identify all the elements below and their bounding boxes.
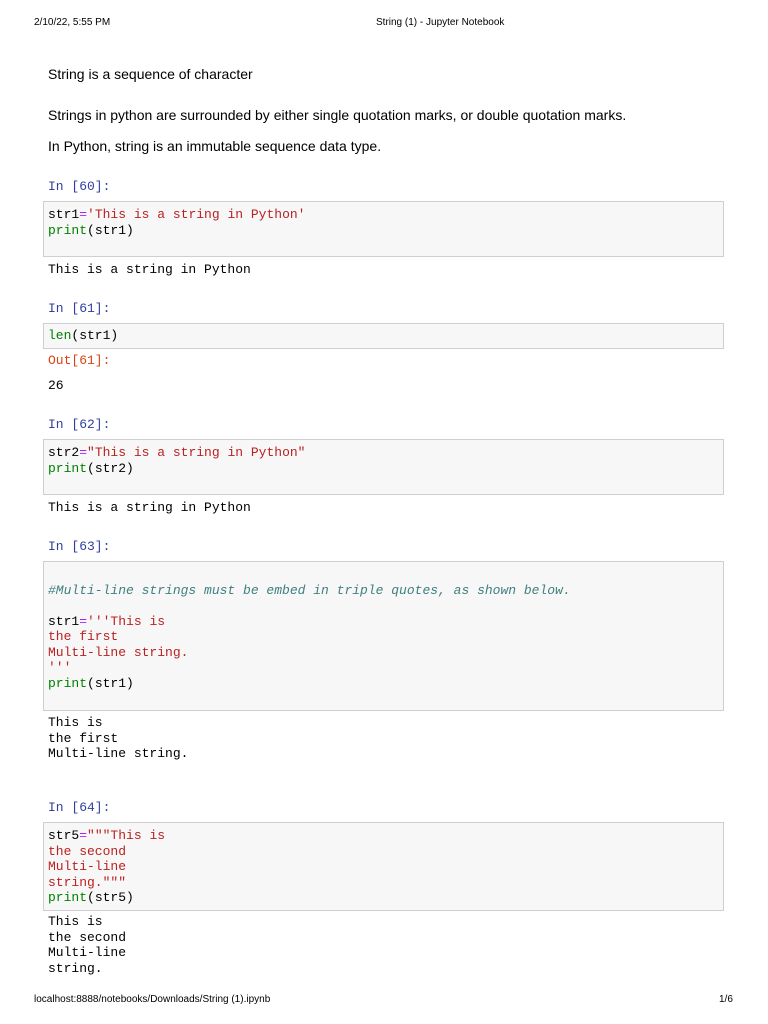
- code-token: (str5): [87, 890, 134, 905]
- markdown-text: Strings in python are surrounded by eith…: [48, 107, 627, 123]
- output-line: This is: [48, 914, 103, 929]
- code-token: the first: [48, 629, 119, 644]
- code-cell[interactable]: #Multi-line strings must be embed in tri…: [43, 561, 724, 711]
- markdown-text: String is a sequence of character: [48, 66, 253, 82]
- code-line: the second: [48, 844, 719, 860]
- code-token: str1: [48, 613, 80, 629]
- in-prompt: In [60]:: [48, 179, 111, 194]
- print-datetime: 2/10/22, 5:55 PM: [34, 17, 111, 28]
- output-line: Multi-line: [48, 945, 127, 960]
- cell-output: This is the first Multi-line string.: [48, 715, 188, 762]
- code-token: =: [79, 207, 88, 222]
- output-line: the first: [48, 730, 119, 746]
- output-line: string.: [48, 960, 103, 976]
- code-line: the first: [48, 629, 719, 645]
- code-editor[interactable]: str2="This is a string in Python" print(s…: [48, 445, 719, 476]
- code-cell[interactable]: str5="""This is the second Multi-line strin…: [43, 822, 724, 911]
- output-line: the second: [48, 929, 127, 945]
- code-line: Multi-line: [48, 859, 719, 875]
- code-token: #Multi-line strings must be embed in tri…: [48, 582, 571, 598]
- code-token: len: [48, 328, 72, 343]
- code-token: (str1): [87, 675, 134, 691]
- output-line: This is: [48, 715, 103, 730]
- code-line: str2="This is a string in Python": [48, 445, 719, 461]
- code-token: =: [79, 828, 88, 843]
- code-token: Multi-line string.: [48, 644, 189, 660]
- cell-output: 26: [48, 378, 64, 394]
- code-token: (str2): [87, 460, 134, 476]
- code-token: print: [48, 460, 88, 476]
- code-token: Multi-line: [48, 859, 127, 874]
- code-editor[interactable]: str1='This is a string in Python' print(s…: [48, 207, 719, 238]
- code-line: string.""": [48, 875, 719, 891]
- code-token: string.""": [48, 874, 127, 890]
- code-token: =: [79, 613, 88, 629]
- code-token: print: [48, 675, 88, 691]
- code-token: 'This is a string in Python': [87, 207, 306, 222]
- code-token: str2: [48, 445, 80, 460]
- code-line: #Multi-line strings must be embed in tri…: [48, 583, 719, 599]
- code-token: print: [48, 890, 88, 905]
- in-prompt: In [64]:: [48, 800, 111, 815]
- code-token: str5: [48, 828, 80, 843]
- output-line: Multi-line string.: [48, 746, 189, 761]
- code-line: print(str2): [48, 461, 719, 477]
- code-token: str1: [48, 207, 80, 222]
- code-token: (str1): [71, 328, 119, 343]
- code-line: str5="""This is: [48, 828, 719, 844]
- code-line: str1='''This is: [48, 614, 719, 630]
- out-prompt: Out[61]:: [48, 353, 111, 368]
- code-line: Multi-line string.: [48, 645, 719, 661]
- code-token: print: [48, 222, 88, 238]
- code-editor[interactable]: len(str1): [48, 328, 719, 344]
- code-token: =: [79, 445, 88, 460]
- in-prompt: In [63]:: [48, 539, 111, 554]
- print-title: String (1) - Jupyter Notebook: [376, 17, 505, 28]
- markdown-text: In Python, string is an immutable sequen…: [48, 138, 382, 154]
- cell-output: This is the second Multi-line string.: [48, 914, 126, 976]
- page-number: 1/6: [719, 994, 733, 1005]
- in-prompt: In [61]:: [48, 301, 111, 316]
- code-cell[interactable]: len(str1): [43, 323, 724, 349]
- in-prompt: In [62]:: [48, 417, 111, 432]
- code-cell[interactable]: str1='This is a string in Python' print(s…: [43, 201, 724, 257]
- output-line: 26: [48, 378, 64, 393]
- code-editor[interactable]: #Multi-line strings must be embed in tri…: [48, 567, 719, 691]
- code-line: str1='This is a string in Python': [48, 207, 719, 223]
- output-line: This is a string in Python: [48, 500, 251, 515]
- code-token: the second: [48, 843, 127, 859]
- code-token: (str1): [87, 222, 134, 238]
- code-line: print(str1): [48, 223, 719, 239]
- code-token: '''This is: [87, 613, 166, 629]
- code-editor[interactable]: str5="""This is the second Multi-line strin…: [48, 828, 719, 906]
- print-url: localhost:8888/notebooks/Downloads/Strin…: [34, 994, 271, 1005]
- code-cell[interactable]: str2="This is a string in Python" print(s…: [43, 439, 724, 495]
- code-token: "This is a string in Python": [87, 445, 306, 460]
- cell-output: This is a string in Python: [48, 500, 251, 516]
- code-line: print(str5): [48, 890, 719, 906]
- code-line: print(str1): [48, 676, 719, 692]
- cell-output: This is a string in Python: [48, 262, 251, 278]
- code-line: len(str1): [48, 328, 719, 344]
- output-line: This is a string in Python: [48, 262, 251, 277]
- code-token: """This is: [87, 828, 166, 843]
- code-line: ''': [48, 660, 719, 676]
- code-token: ''': [48, 660, 72, 675]
